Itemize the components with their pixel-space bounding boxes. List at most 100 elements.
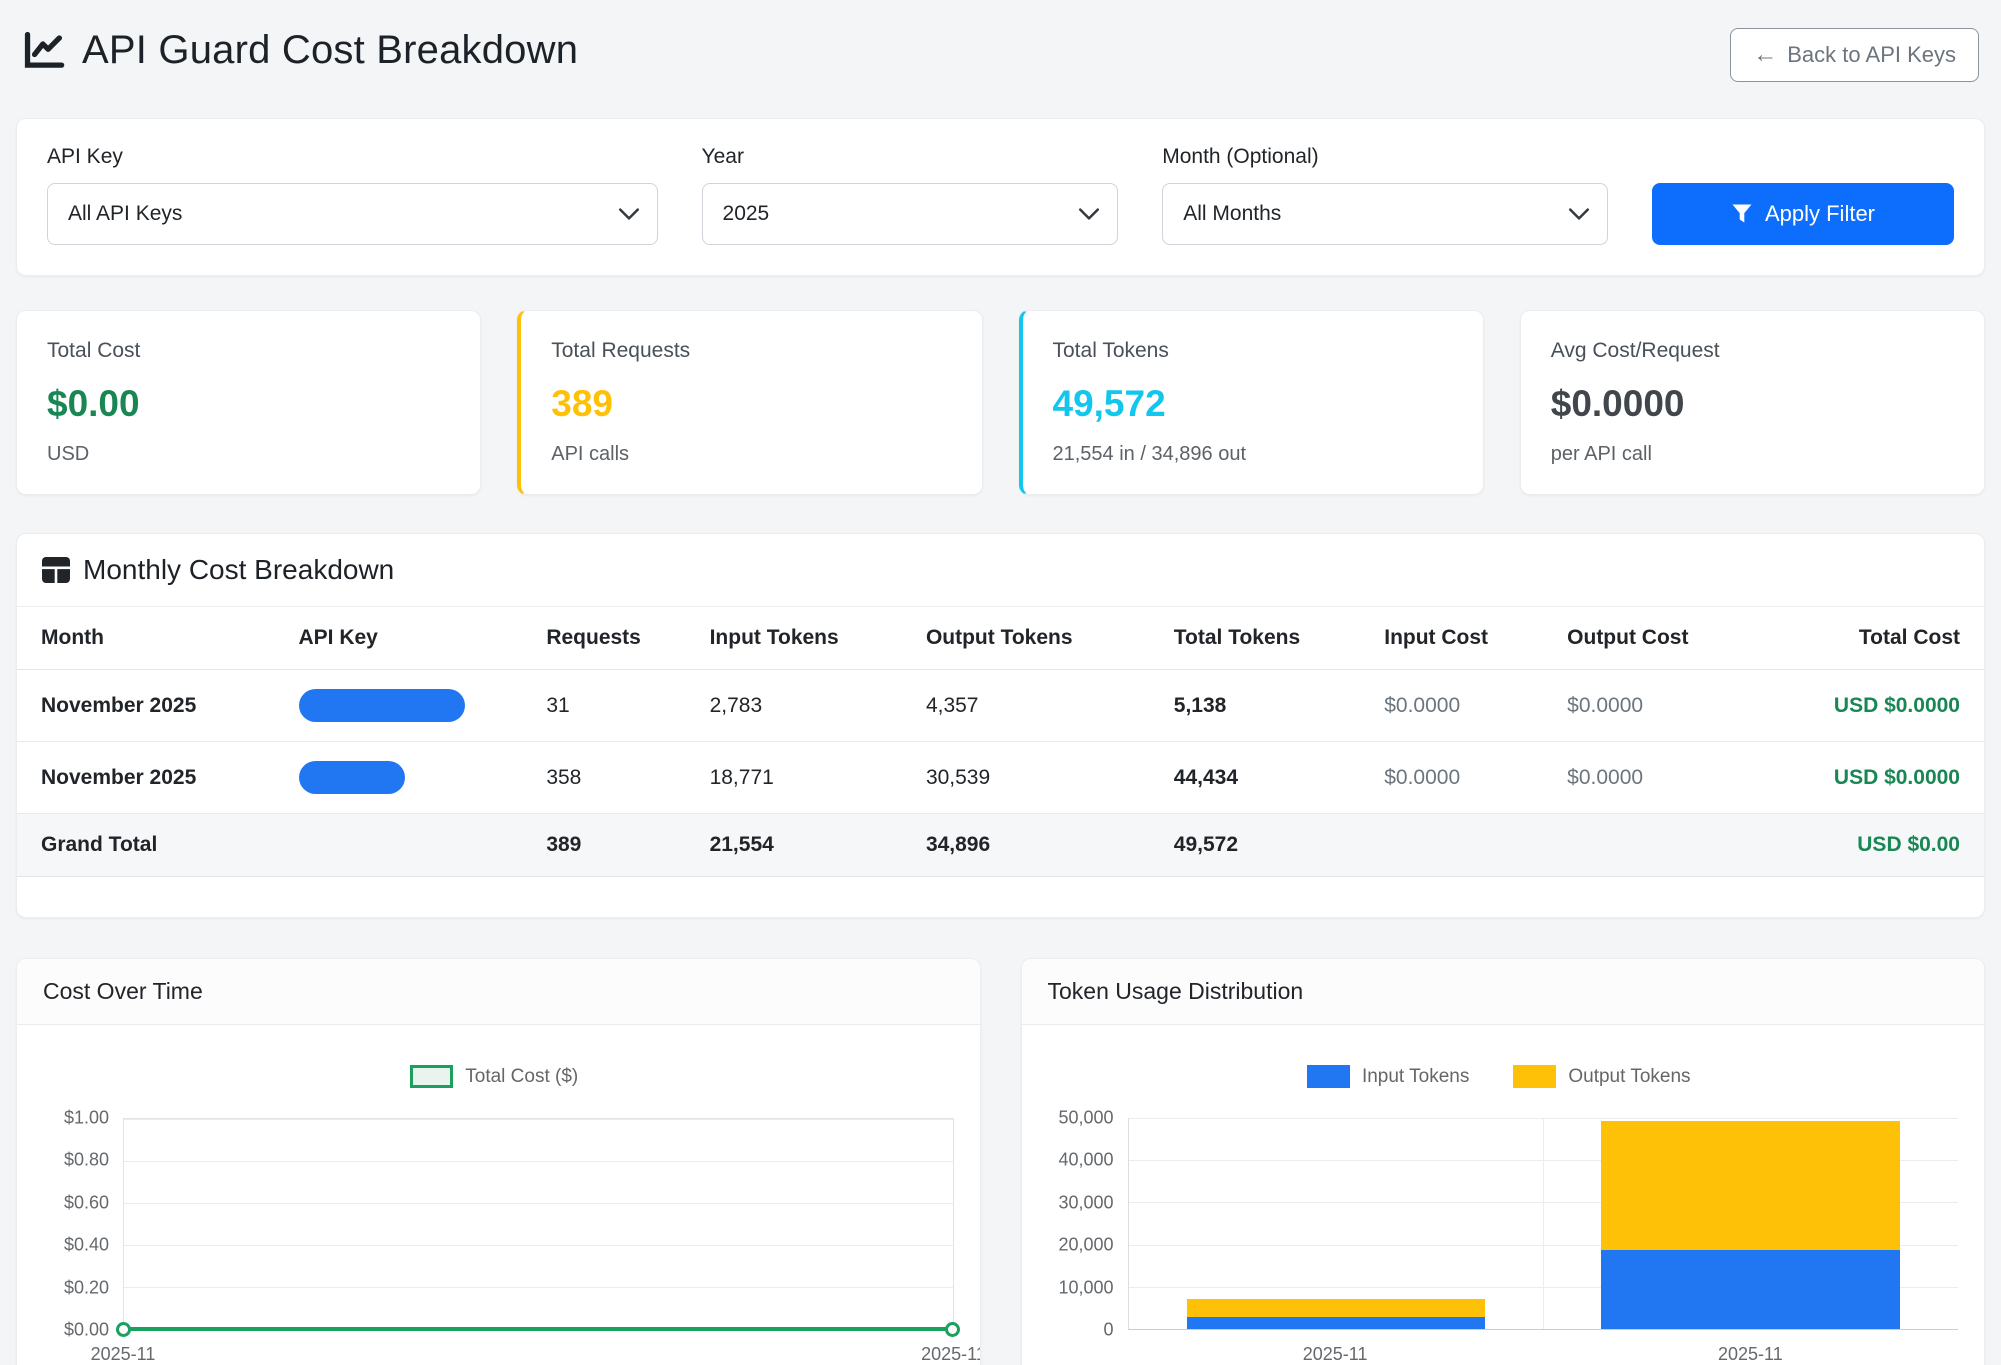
arrow-left-icon: ← xyxy=(1753,43,1777,67)
cell-api-key xyxy=(285,670,533,742)
stat-card-total-cost: Total Cost $0.00 USD xyxy=(16,310,481,495)
stat-subtitle: per API call xyxy=(1551,443,1954,466)
legend-label: Output Tokens xyxy=(1568,1066,1690,1088)
cost-over-time-chart: $1.00$0.80$0.60$0.40$0.20$0.00 2025-1120… xyxy=(35,1118,954,1365)
stat-value: $0.00 xyxy=(47,383,450,425)
stat-subtitle: API calls xyxy=(551,443,951,466)
stat-card-avg-cost: Avg Cost/Request $0.0000 per API call xyxy=(1520,310,1985,495)
legend-label: Input Tokens xyxy=(1362,1066,1469,1088)
grand-total-total-cost: USD $0.00 xyxy=(1750,814,1984,877)
stat-title: Total Tokens xyxy=(1053,339,1453,363)
col-header-requests: Requests xyxy=(532,607,695,670)
legend-swatch-outline xyxy=(410,1065,453,1088)
col-header-total-cost: Total Cost xyxy=(1750,607,1984,670)
stat-card-total-tokens: Total Tokens 49,572 21,554 in / 34,896 o… xyxy=(1019,310,1484,495)
year-select[interactable]: 2025 xyxy=(702,183,1119,245)
api-key-select[interactable]: All API Keys xyxy=(47,183,658,245)
legend-swatch-input xyxy=(1307,1065,1350,1088)
cell-output-tokens: 30,539 xyxy=(912,742,1160,814)
table-header-row: Month API Key Requests Input Tokens Outp… xyxy=(17,607,1984,670)
col-header-input-cost: Input Cost xyxy=(1370,607,1553,670)
legend-item-total-cost[interactable]: Total Cost ($) xyxy=(410,1065,578,1088)
stat-title: Total Cost xyxy=(47,339,450,363)
col-header-input-tokens: Input Tokens xyxy=(696,607,912,670)
stat-subtitle: 21,554 in / 34,896 out xyxy=(1053,443,1453,466)
stat-subtitle: USD xyxy=(47,443,450,466)
stat-cards: Total Cost $0.00 USD Total Requests 389 … xyxy=(16,310,1985,495)
stat-value: $0.0000 xyxy=(1551,383,1954,425)
monthly-cost-table: Month API Key Requests Input Tokens Outp… xyxy=(17,607,1984,877)
cell-total-cost: USD $0.0000 xyxy=(1750,742,1984,814)
month-select[interactable]: All Months xyxy=(1162,183,1608,245)
cell-total-tokens: 5,138 xyxy=(1160,670,1370,742)
y-axis: $1.00$0.80$0.60$0.40$0.20$0.00 xyxy=(35,1118,123,1330)
col-header-output-tokens: Output Tokens xyxy=(912,607,1160,670)
cell-input-tokens: 18,771 xyxy=(696,742,912,814)
dashboard-page: API Guard Cost Breakdown ← Back to API K… xyxy=(0,0,2001,1365)
table-grid-icon xyxy=(41,556,71,584)
table-panel-title: Monthly Cost Breakdown xyxy=(83,554,394,586)
grand-total-label: Grand Total xyxy=(17,814,285,877)
col-header-total-tokens: Total Tokens xyxy=(1160,607,1370,670)
apply-filter-label: Apply Filter xyxy=(1765,201,1875,227)
grand-total-input-tokens: 21,554 xyxy=(696,814,912,877)
cell-api-key xyxy=(285,742,533,814)
api-key-badge-redacted xyxy=(299,761,405,794)
api-key-badge-redacted xyxy=(299,689,465,722)
token-usage-chart: 50,00040,00030,00020,00010,0000 2025-112… xyxy=(1040,1118,1959,1365)
grand-total-output-cost xyxy=(1553,814,1750,877)
legend-item-input-tokens[interactable]: Input Tokens xyxy=(1307,1065,1469,1088)
monthly-cost-breakdown-panel: Monthly Cost Breakdown Month API Key Req… xyxy=(16,533,1985,918)
filter-bar: API Key All API Keys Year 2025 Month (Op… xyxy=(16,118,1985,276)
funnel-filter-icon xyxy=(1731,203,1753,225)
cost-over-time-panel: Cost Over Time Total Cost ($) $1.00$0.80… xyxy=(16,958,981,1365)
cell-input-tokens: 2,783 xyxy=(696,670,912,742)
charts-row: Cost Over Time Total Cost ($) $1.00$0.80… xyxy=(16,958,1985,1365)
cell-output-cost: $0.0000 xyxy=(1553,742,1750,814)
stat-card-total-requests: Total Requests 389 API calls xyxy=(517,310,982,495)
token-usage-legend: Input Tokens Output Tokens xyxy=(1040,1065,1959,1088)
chart-line-icon xyxy=(22,31,66,71)
cell-month: November 2025 xyxy=(17,742,285,814)
token-usage-title: Token Usage Distribution xyxy=(1022,959,1985,1025)
legend-item-output-tokens[interactable]: Output Tokens xyxy=(1513,1065,1690,1088)
cell-requests: 31 xyxy=(532,670,695,742)
cost-over-time-legend: Total Cost ($) xyxy=(35,1065,954,1088)
x-axis-labels: 2025-112025-11 xyxy=(123,1344,954,1365)
stat-title: Total Requests xyxy=(551,339,951,363)
month-label: Month (Optional) xyxy=(1162,145,1608,169)
stat-title: Avg Cost/Request xyxy=(1551,339,1954,363)
grand-total-total-tokens: 49,572 xyxy=(1160,814,1370,877)
api-key-label: API Key xyxy=(47,145,658,169)
grand-total-output-tokens: 34,896 xyxy=(912,814,1160,877)
chevron-down-icon xyxy=(1079,208,1099,221)
cell-input-cost: $0.0000 xyxy=(1370,742,1553,814)
grand-total-input-cost xyxy=(1370,814,1553,877)
cell-requests: 358 xyxy=(532,742,695,814)
table-row: November 2025 31 2,783 4,357 5,138 $0.00… xyxy=(17,670,1984,742)
chevron-down-icon xyxy=(1569,208,1589,221)
cell-input-cost: $0.0000 xyxy=(1370,670,1553,742)
back-to-api-keys-button[interactable]: ← Back to API Keys xyxy=(1730,28,1979,82)
cell-output-tokens: 4,357 xyxy=(912,670,1160,742)
grand-total-api-key xyxy=(285,814,533,877)
cell-output-cost: $0.0000 xyxy=(1553,670,1750,742)
legend-label: Total Cost ($) xyxy=(465,1066,578,1088)
legend-swatch-output xyxy=(1513,1065,1556,1088)
cell-total-cost: USD $0.0000 xyxy=(1750,670,1984,742)
line-plot-area xyxy=(123,1118,954,1330)
col-header-output-cost: Output Cost xyxy=(1553,607,1750,670)
month-select-value: All Months xyxy=(1183,202,1281,226)
apply-filter-button[interactable]: Apply Filter xyxy=(1652,183,1954,245)
page-title: API Guard Cost Breakdown xyxy=(82,28,578,73)
col-header-api-key: API Key xyxy=(285,607,533,670)
token-usage-panel: Token Usage Distribution Input Tokens Ou… xyxy=(1021,958,1986,1365)
x-axis-labels: 2025-112025-11 xyxy=(1128,1344,1959,1365)
grand-total-requests: 389 xyxy=(532,814,695,877)
stat-value: 49,572 xyxy=(1053,383,1453,425)
col-header-month: Month xyxy=(17,607,285,670)
cell-month: November 2025 xyxy=(17,670,285,742)
grand-total-row: Grand Total 389 21,554 34,896 49,572 USD… xyxy=(17,814,1984,877)
stat-value: 389 xyxy=(551,383,951,425)
year-select-value: 2025 xyxy=(723,202,770,226)
